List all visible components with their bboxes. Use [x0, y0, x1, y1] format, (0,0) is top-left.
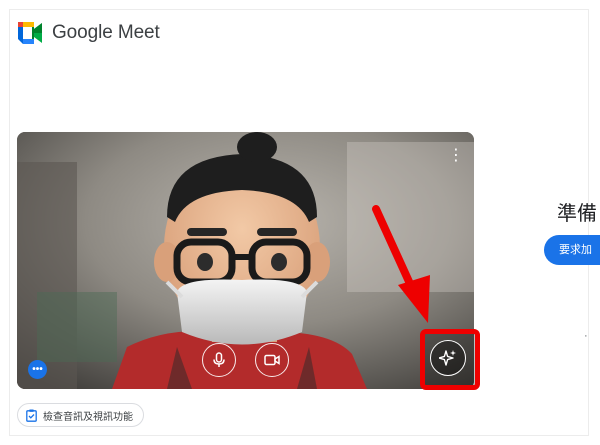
brand-name: Google Meet	[52, 22, 160, 43]
more-horiz-icon: •••	[32, 364, 43, 375]
camera-button[interactable]	[255, 343, 289, 377]
sparkle-icon	[439, 350, 456, 366]
microphone-icon	[213, 352, 225, 367]
visual-effects-button[interactable]	[430, 340, 466, 376]
red-arrow-annotation	[372, 205, 430, 323]
google-meet-logo-icon	[18, 22, 42, 44]
video-camera-icon	[264, 354, 280, 366]
ready-to-join-title: 準備	[557, 203, 597, 225]
clipboard-check-icon	[26, 409, 37, 422]
more-options-button[interactable]: •••	[28, 360, 47, 379]
check-audio-video-label: 檢查音訊及視訊功能	[43, 411, 133, 423]
side-panel-small-text: ·	[584, 330, 588, 342]
ask-to-join-button[interactable]: 要求加	[544, 235, 600, 265]
more-vert-icon[interactable]: ⋮	[446, 146, 466, 166]
microphone-button[interactable]	[202, 343, 236, 377]
check-audio-video-button[interactable]: 檢查音訊及視訊功能	[17, 403, 144, 427]
